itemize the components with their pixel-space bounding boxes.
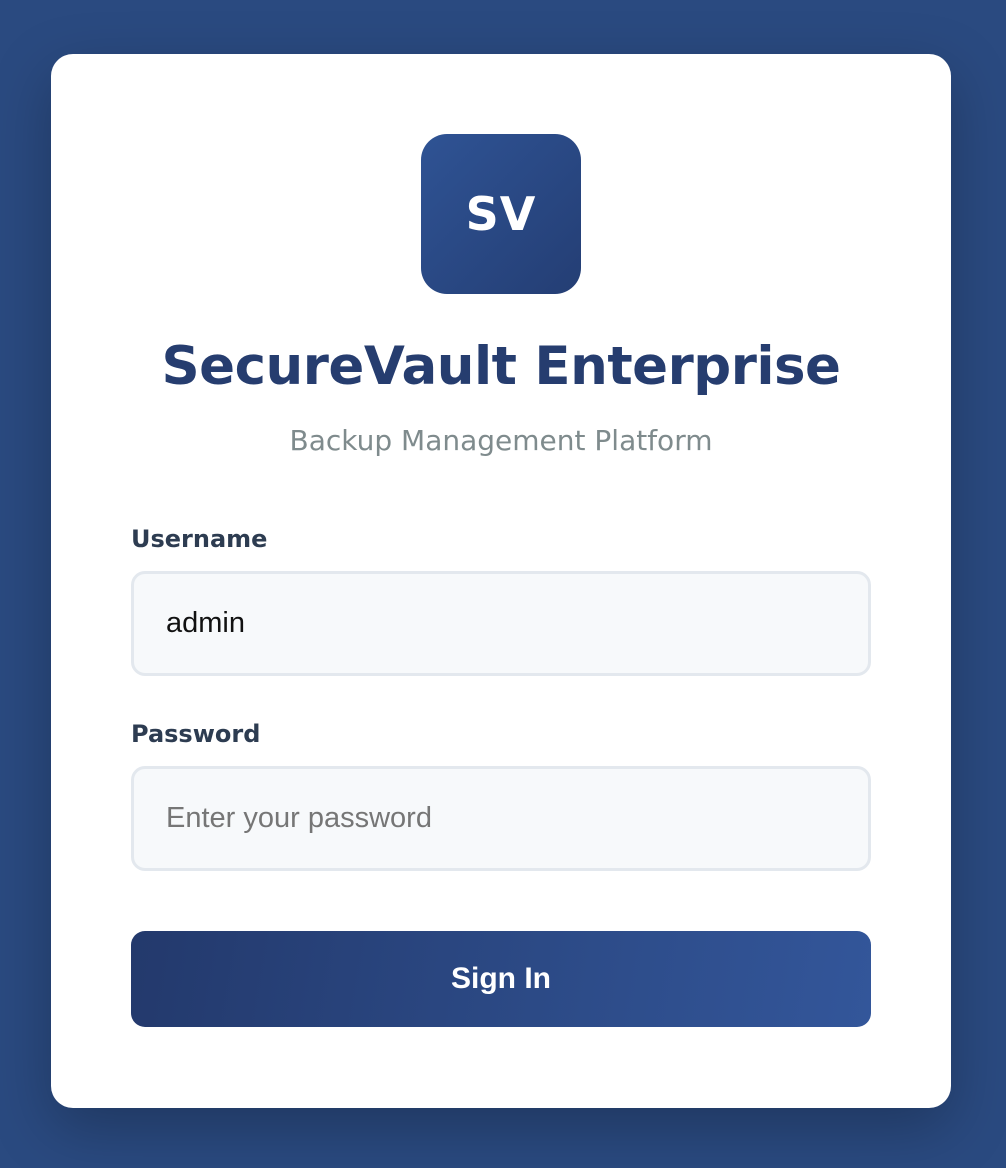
login-card: SV SecureVault Enterprise Backup Managem… [51,54,951,1108]
password-input[interactable] [131,766,871,871]
app-title: SecureVault Enterprise [161,336,841,397]
sign-in-button[interactable]: Sign In [131,931,871,1027]
username-input[interactable] [131,571,871,676]
logo: SV [421,134,581,294]
username-label: Username [131,525,268,553]
password-label: Password [131,720,261,748]
logo-text: SV [465,187,537,241]
app-subtitle: Backup Management Platform [289,424,713,457]
